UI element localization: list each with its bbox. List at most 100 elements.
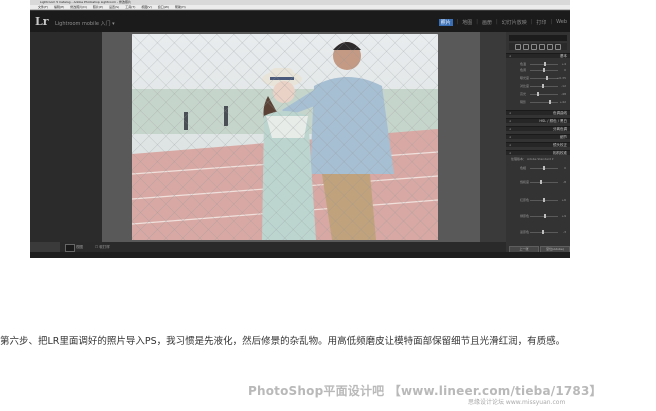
- slider-label: 蓝原色: [520, 230, 530, 234]
- slider-label: 饱和度: [520, 180, 530, 184]
- slider-track[interactable]: [530, 232, 558, 233]
- lightroom-screenshot: Lightroom 5 Catalog - Adobe Photoshop Li…: [30, 0, 570, 258]
- section-basic[interactable]: 基本: [506, 53, 570, 59]
- site-watermark-small: 思缘设计论坛 www.missyuan.com: [468, 399, 566, 406]
- slider-value[interactable]: -12: [561, 84, 566, 88]
- filmstrip-bar: [30, 252, 570, 258]
- menu-photo[interactable]: 照片(P): [93, 5, 103, 9]
- red-eye-icon[interactable]: [531, 43, 537, 50]
- menu-view[interactable]: 视图(V): [141, 5, 151, 9]
- slider-value[interactable]: -48: [561, 92, 566, 96]
- slider-row: 色相 0: [510, 166, 566, 170]
- spot-removal-icon[interactable]: [523, 43, 529, 50]
- lightroom-logo: Lr: [35, 15, 49, 28]
- module-develop[interactable]: 照片: [438, 19, 453, 26]
- slider-handle[interactable]: [541, 230, 544, 234]
- slider-handle[interactable]: [544, 214, 547, 218]
- module-web[interactable]: Web: [556, 19, 567, 26]
- slider-handle[interactable]: [543, 68, 545, 72]
- window-title: Lightroom 5 Catalog - Adobe Photoshop Li…: [40, 0, 131, 4]
- slider-value[interactable]: -3: [563, 230, 566, 234]
- slider-row: 高光 -48: [510, 92, 566, 96]
- slider-row: 绿原色 +9: [510, 214, 566, 218]
- slider-value[interactable]: +6: [562, 198, 566, 202]
- slider-handle[interactable]: [537, 92, 540, 96]
- loupe-view-icon[interactable]: [65, 244, 75, 252]
- section-lens[interactable]: 镜头校正: [506, 142, 570, 148]
- slider-handle[interactable]: [540, 180, 543, 184]
- left-panel: [30, 32, 102, 242]
- slider-handle[interactable]: [545, 76, 548, 80]
- menu-file[interactable]: 文件(F): [38, 5, 48, 9]
- section-tone-curve[interactable]: 色调曲线: [506, 110, 570, 116]
- right-panel: 基本 色温+4色调0曝光度+0.35对比度-12高光-48阴影+42 色调曲线 …: [506, 32, 570, 258]
- slider-row: 曝光度 +0.35: [510, 76, 566, 80]
- mobile-link[interactable]: Lightroom mobile 入门 ▾: [55, 20, 115, 27]
- slider-row: 色调 0: [510, 68, 566, 72]
- menu-develop[interactable]: 修改照片(D): [70, 5, 87, 9]
- slider-handle[interactable]: [544, 62, 547, 66]
- slider-value[interactable]: +0.35: [557, 76, 566, 80]
- slider-value[interactable]: +9: [562, 214, 566, 218]
- slider-value[interactable]: 0: [564, 166, 566, 170]
- article-caption: 第六步、把LR里面调好的照片导入PS，我习惯是先液化，然后修景的杂乱物。用高低频…: [0, 336, 566, 347]
- slider-row: 色温 +4: [510, 62, 566, 66]
- slider-label: 对比度: [520, 84, 530, 88]
- section-hsl[interactable]: HSL / 颜色 / 黑白: [506, 118, 570, 124]
- view-mode-label[interactable]: 视图: [76, 244, 83, 250]
- slider-label: 高光: [520, 92, 527, 96]
- menu-window[interactable]: 窗口(W): [158, 5, 169, 9]
- radial-filter-icon[interactable]: [547, 43, 553, 50]
- slider-label: 阴影: [520, 100, 527, 104]
- slider-row: 对比度 -12: [510, 84, 566, 88]
- module-map[interactable]: 地图: [462, 19, 472, 26]
- slider-label: 绿原色: [520, 214, 530, 218]
- slider-label: 色相: [520, 166, 527, 170]
- brush-icon[interactable]: [555, 43, 561, 50]
- slider-label: 曝光度: [520, 76, 530, 80]
- slider-value[interactable]: +4: [562, 62, 566, 66]
- softproof-label: 软打样: [99, 245, 110, 249]
- section-split-tone[interactable]: 分离色调: [506, 126, 570, 132]
- slider-track[interactable]: [530, 78, 558, 79]
- slider-handle[interactable]: [541, 84, 544, 88]
- slider-row: 红原色 +6: [510, 198, 566, 202]
- slider-handle[interactable]: [548, 100, 551, 104]
- slider-handle[interactable]: [543, 198, 545, 202]
- slider-label: 红原色: [520, 198, 530, 202]
- crop-tool-icon[interactable]: [515, 43, 521, 50]
- slider-handle[interactable]: [543, 166, 545, 170]
- slider-value[interactable]: +42: [560, 100, 566, 104]
- slider-value[interactable]: -8: [563, 180, 566, 184]
- menu-bar: 文件(F) 编辑(E) 修改照片(D) 照片(P) 设置(S) 工具(T) 视图…: [30, 5, 570, 10]
- menu-tools[interactable]: 工具(T): [125, 5, 135, 9]
- slider-track[interactable]: [530, 86, 558, 87]
- section-camera[interactable]: 相机校准: [506, 150, 570, 156]
- slider-row: 阴影 +42: [510, 100, 566, 104]
- slider-row: 蓝原色 -3: [510, 230, 566, 234]
- identity-plate: Lr Lightroom mobile 入门 ▾ 照片 | 地图 | 画册 | …: [30, 11, 570, 32]
- menu-help[interactable]: 帮助(H): [175, 5, 186, 9]
- slider-value[interactable]: 0: [564, 68, 566, 72]
- menu-settings[interactable]: 设置(S): [109, 5, 119, 9]
- module-slideshow[interactable]: 幻灯片放映: [502, 19, 527, 26]
- tool-strip: [509, 43, 567, 50]
- softproof-checkbox[interactable]: ☐ 软打样: [95, 244, 110, 250]
- graduated-filter-icon[interactable]: [539, 43, 545, 50]
- wedding-photo: [132, 34, 438, 240]
- chain-link-fence: [132, 34, 438, 240]
- module-picker: 照片 | 地图 | 画册 | 幻灯片放映 | 打印 | Web: [438, 19, 567, 26]
- slider-track[interactable]: [530, 182, 558, 183]
- profile-row: 处理版本： Adobe Standard ▾: [511, 157, 554, 161]
- slider-label: 色温: [520, 62, 527, 66]
- module-print[interactable]: 打印: [536, 19, 546, 26]
- profile-select[interactable]: Adobe Standard ▾: [527, 157, 554, 161]
- slider-track[interactable]: [530, 94, 558, 95]
- slider-row: 饱和度 -8: [510, 180, 566, 184]
- module-book[interactable]: 画册: [482, 19, 492, 26]
- profile-label: 处理版本：: [511, 157, 527, 161]
- section-detail[interactable]: 细节: [506, 134, 570, 140]
- slider-track[interactable]: [530, 102, 558, 103]
- menu-edit[interactable]: 编辑(E): [54, 5, 64, 9]
- bottom-toolbar: 视图 ☐ 软打样: [60, 242, 506, 252]
